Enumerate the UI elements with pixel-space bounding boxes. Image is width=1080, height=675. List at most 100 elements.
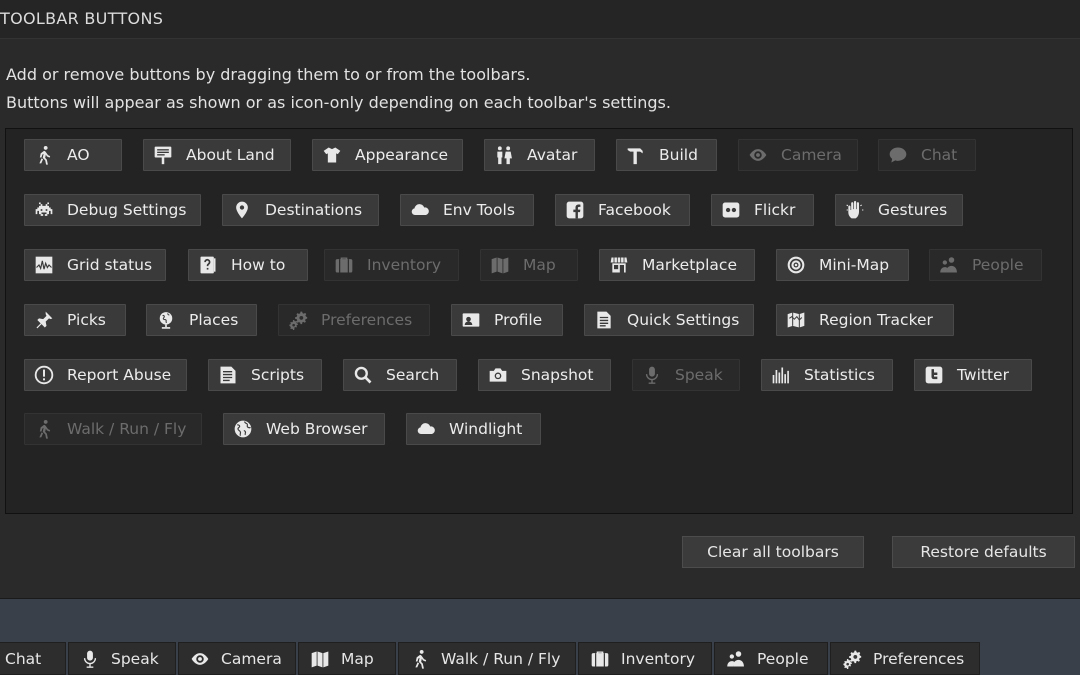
button-label: Facebook (598, 201, 671, 219)
button-label: Avatar (527, 146, 578, 164)
button-quick-settings[interactable]: Quick Settings (584, 304, 754, 336)
toolbar-walk-run-fly-button[interactable]: Walk / Run / Fly (398, 642, 576, 675)
button-label: Flickr (754, 201, 796, 219)
button-label: Picks (67, 311, 106, 329)
button-chat[interactable]: Chat (878, 139, 976, 171)
button-how-to[interactable]: How to (188, 249, 308, 281)
toolbar-label: Chat (5, 649, 42, 668)
button-avatar[interactable]: Avatar (484, 139, 595, 171)
toolbar-label: People (757, 649, 809, 668)
toolbar-label: Map (341, 649, 374, 668)
button-label: Statistics (804, 366, 875, 384)
region-map-icon (785, 309, 807, 331)
button-places[interactable]: Places (146, 304, 257, 336)
button-picks[interactable]: Picks (24, 304, 126, 336)
button-label: Chat (921, 146, 958, 164)
button-camera[interactable]: Camera (738, 139, 858, 171)
button-profile[interactable]: Profile (451, 304, 563, 336)
button-report-abuse[interactable]: Report Abuse (24, 359, 187, 391)
toolbar-people-button[interactable]: People (714, 642, 828, 675)
button-label: How to (231, 256, 286, 274)
button-appearance[interactable]: Appearance (312, 139, 463, 171)
toolbar-speak-button[interactable]: Speak (68, 642, 176, 675)
button-label: AO (67, 146, 90, 164)
button-about-land[interactable]: About Land (143, 139, 291, 171)
button-search[interactable]: Search (343, 359, 457, 391)
button-label: Report Abuse (67, 366, 172, 384)
people-icon (938, 254, 960, 276)
instructions-line-2: Buttons will appear as shown or as icon-… (6, 93, 671, 112)
toolbar-label: Speak (111, 649, 159, 668)
suitcase-icon (333, 254, 355, 276)
button-people[interactable]: People (929, 249, 1042, 281)
button-label: Build (659, 146, 698, 164)
flickr-icon (720, 199, 742, 221)
button-preferences[interactable]: Preferences (278, 304, 430, 336)
button-destinations[interactable]: Destinations (222, 194, 379, 226)
button-facebook[interactable]: Facebook (555, 194, 690, 226)
button-map[interactable]: Map (480, 249, 578, 281)
button-speak[interactable]: Speak (632, 359, 740, 391)
folded-map-icon (489, 254, 511, 276)
button-walk-run-fly[interactable]: Walk / Run / Fly (24, 413, 202, 445)
button-build[interactable]: Build (616, 139, 717, 171)
magnifier-icon (352, 364, 374, 386)
gears-icon (287, 309, 309, 331)
toolbar-label: Walk / Run / Fly (441, 649, 561, 668)
bottom-toolbar: Chat Speak Camera Map Walk / Run / Fly I… (0, 639, 1080, 675)
toolbar-camera-button[interactable]: Camera (178, 642, 296, 675)
clear-all-toolbars-button[interactable]: Clear all toolbars (682, 536, 864, 568)
button-label: Profile (494, 311, 543, 329)
button-label: Preferences (321, 311, 413, 329)
button-label: Map (523, 256, 556, 274)
button-flickr[interactable]: Flickr (711, 194, 814, 226)
button-scripts[interactable]: Scripts (208, 359, 322, 391)
button-grid-status[interactable]: Grid status (24, 249, 166, 281)
button-label: People (972, 256, 1024, 274)
space-invader-icon (33, 199, 55, 221)
button-label: Mini-Map (819, 256, 890, 274)
walk-icon (409, 648, 431, 670)
eye-icon (189, 648, 211, 670)
button-label: Scripts (251, 366, 305, 384)
instructions-text: Add or remove buttons by dragging them t… (6, 61, 671, 117)
button-label: Snapshot (521, 366, 594, 384)
button-label: Debug Settings (67, 201, 187, 219)
camera-icon (487, 364, 509, 386)
toolbar-chat-button[interactable]: Chat (0, 642, 66, 675)
document-icon (593, 309, 615, 331)
button-windlight[interactable]: Windlight (406, 413, 541, 445)
available-buttons-panel: AO About Land Appearance Avatar Build Ca… (5, 128, 1073, 514)
folded-map-icon (309, 648, 331, 670)
button-twitter[interactable]: Twitter (914, 359, 1032, 391)
button-env-tools[interactable]: Env Tools (400, 194, 534, 226)
eye-icon (747, 144, 769, 166)
button-inventory[interactable]: Inventory (324, 249, 459, 281)
button-debug-settings[interactable]: Debug Settings (24, 194, 201, 226)
button-snapshot[interactable]: Snapshot (478, 359, 611, 391)
button-statistics[interactable]: Statistics (761, 359, 893, 391)
toolbar-map-button[interactable]: Map (298, 642, 396, 675)
suitcase-icon (589, 648, 611, 670)
button-label: Inventory (367, 256, 442, 274)
toolbar-label: Preferences (873, 649, 965, 668)
toolbar-inventory-button[interactable]: Inventory (578, 642, 712, 675)
script-icon (217, 364, 239, 386)
button-label: Region Tracker (819, 311, 933, 329)
button-label: Gestures (878, 201, 948, 219)
button-gestures[interactable]: Gestures (835, 194, 963, 226)
title-bar[interactable]: TOOLBAR BUTTONS (0, 0, 1080, 39)
restore-defaults-button[interactable]: Restore defaults (892, 536, 1075, 568)
people-icon (725, 648, 747, 670)
button-label: Web Browser (266, 420, 368, 438)
window-title: TOOLBAR BUTTONS (0, 9, 164, 28)
button-marketplace[interactable]: Marketplace (599, 249, 755, 281)
button-web-browser[interactable]: Web Browser (223, 413, 385, 445)
walk-icon (33, 418, 55, 440)
toolbar-label: Camera (221, 649, 282, 668)
button-ao[interactable]: AO (24, 139, 122, 171)
toolbar-preferences-button[interactable]: Preferences (830, 642, 980, 675)
button-region-tracker[interactable]: Region Tracker (776, 304, 954, 336)
button-label: Walk / Run / Fly (67, 420, 187, 438)
button-mini-map[interactable]: Mini-Map (776, 249, 909, 281)
